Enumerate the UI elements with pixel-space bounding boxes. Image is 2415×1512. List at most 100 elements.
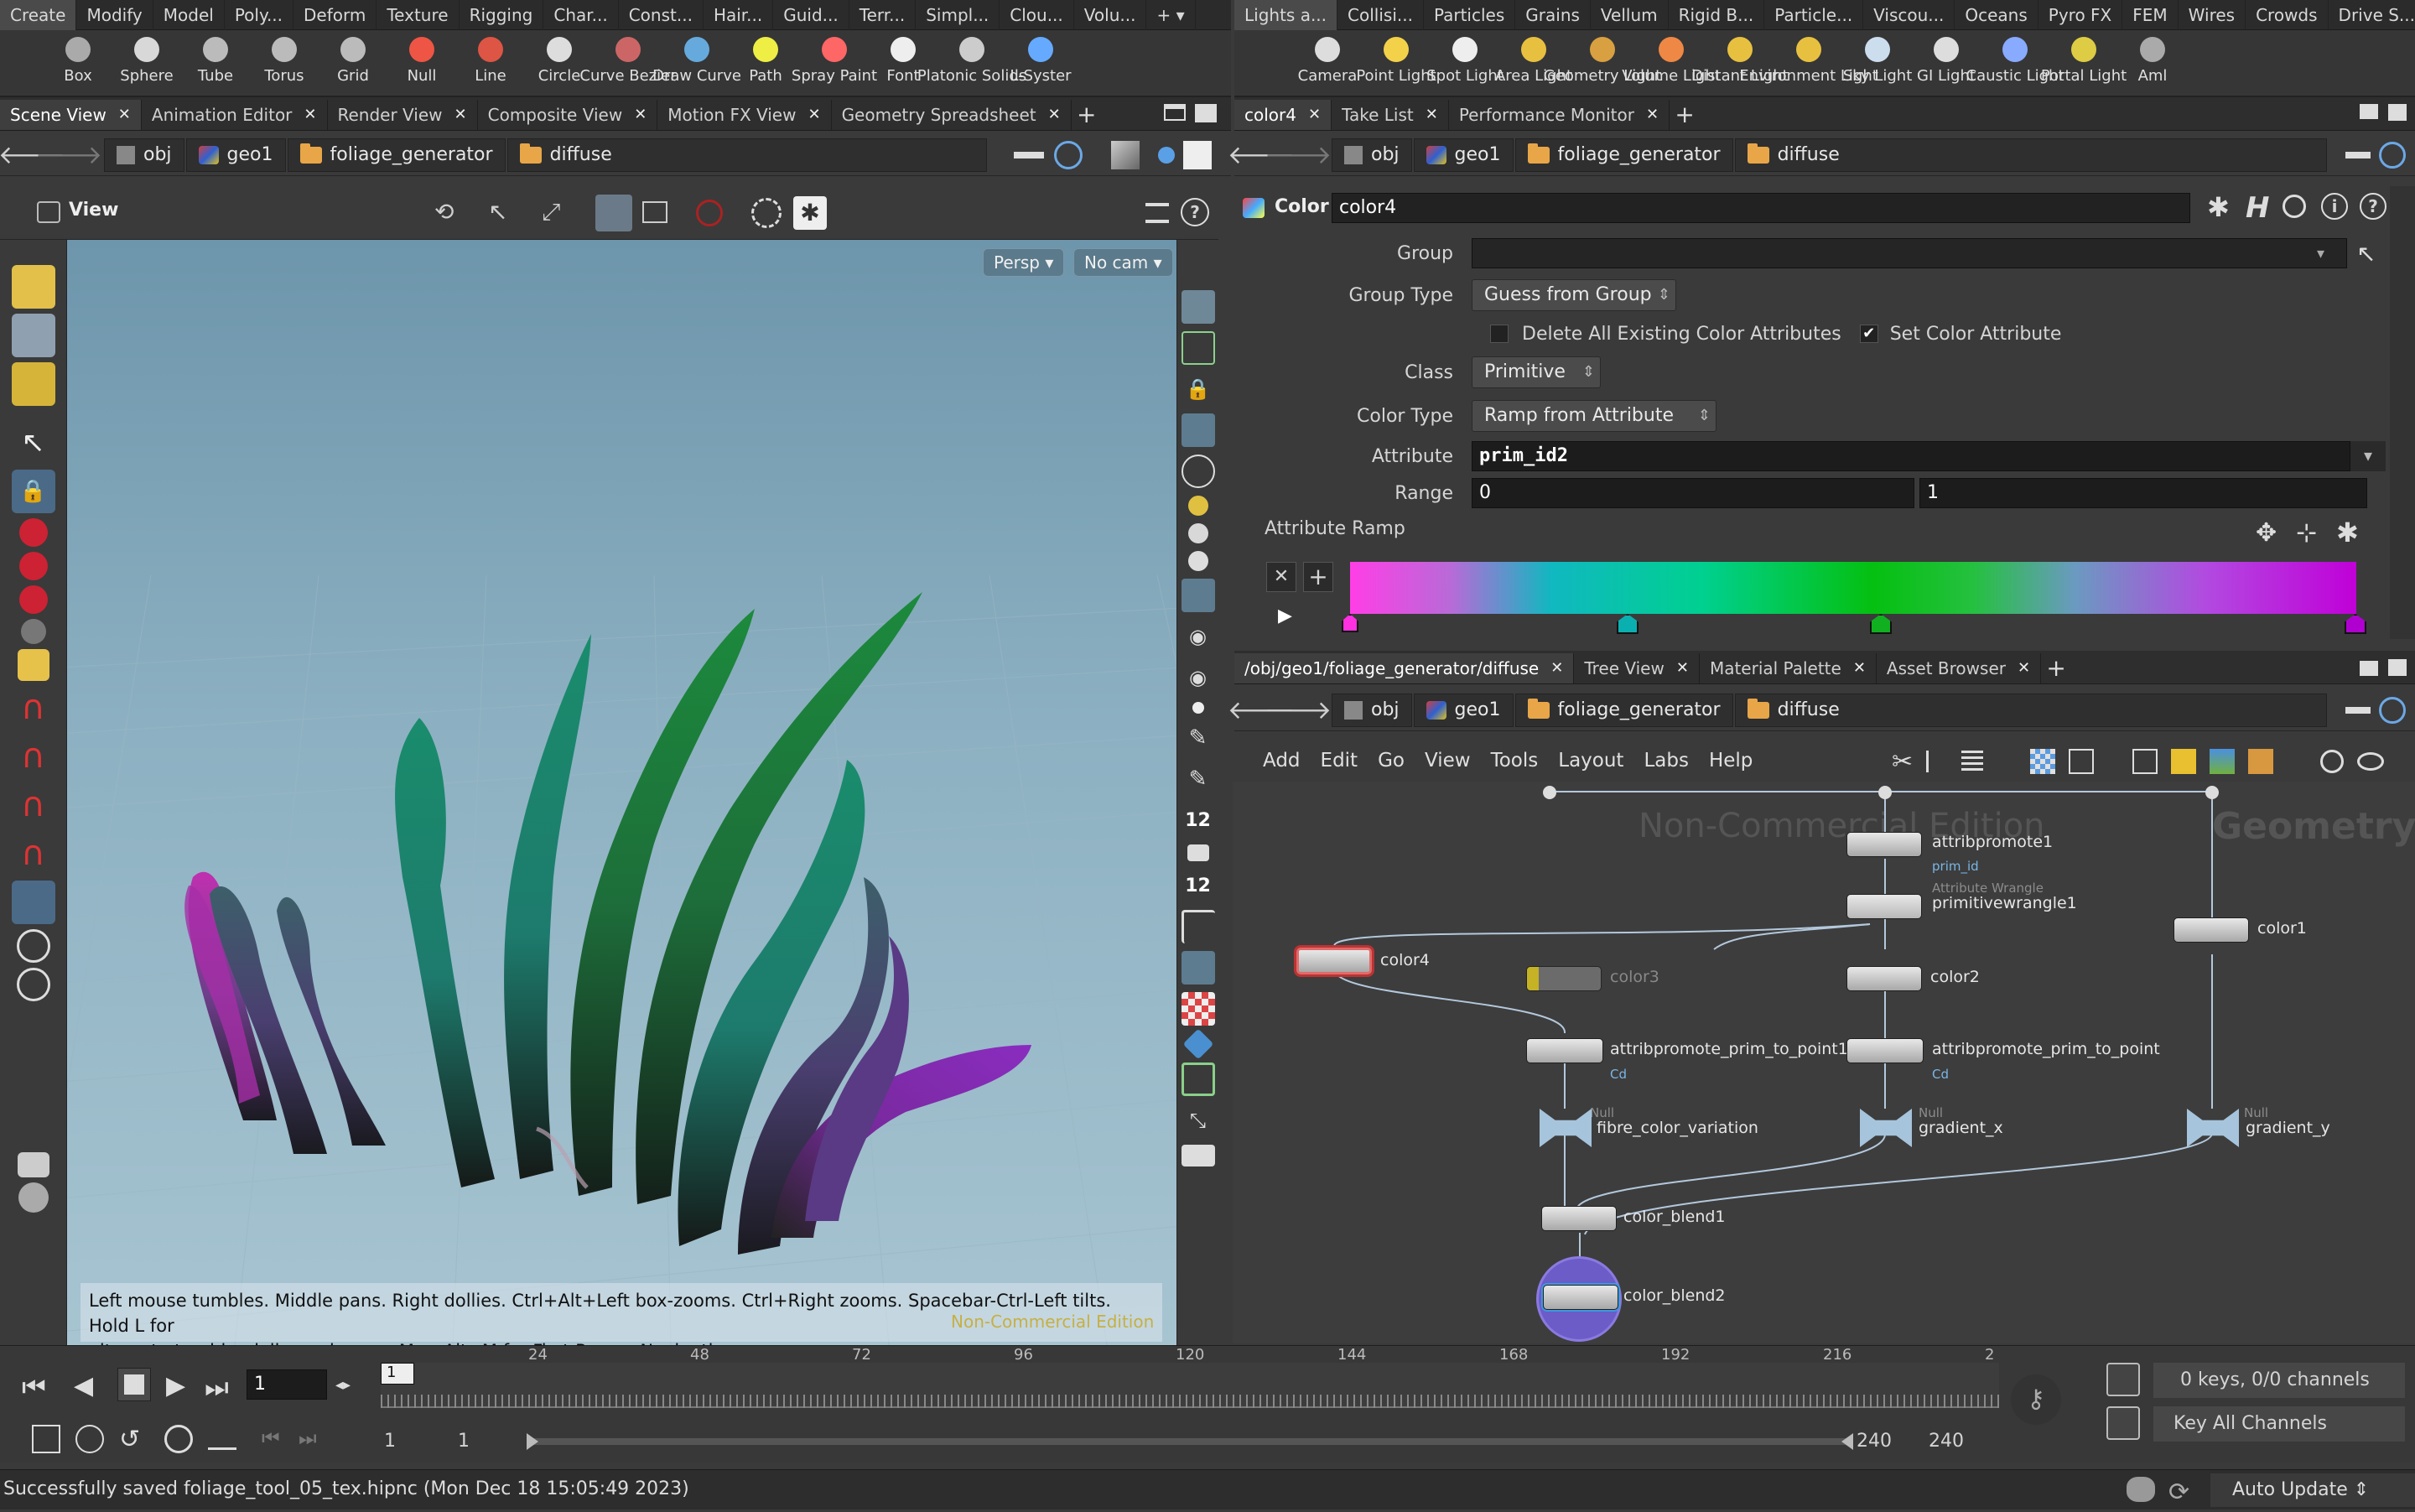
path-geo1[interactable]: geo1 [185,138,286,172]
param-pane-menu-icon[interactable] [2360,104,2378,119]
pane-tab-0[interactable]: /obj/geo1/foliage_generator/diffuse ✕ [1234,653,1575,683]
shelf-tab-2[interactable]: Particles [1424,0,1516,30]
select-prims-icon[interactable] [11,362,55,406]
node-color2[interactable] [1846,966,1922,991]
net-pane-max-icon[interactable] [2388,659,2407,676]
node-color-blend1[interactable] [1541,1206,1617,1231]
camera-overlay-icon[interactable] [595,195,632,231]
path-diffuse[interactable]: diffuse [506,138,987,172]
shelf-tool-2[interactable]: Tube [181,30,250,97]
start-frame-field[interactable]: 1 [384,1426,451,1457]
layout-icon[interactable] [2069,749,2095,774]
cube-view-icon[interactable] [1110,140,1140,169]
select-points-icon[interactable] [11,265,55,309]
pane-tab-1[interactable]: Tree View ✕ [1574,653,1700,683]
display-options-icon[interactable]: ✱ [793,196,827,230]
shelf-tab-1[interactable]: Collisi... [1337,0,1424,30]
link-icon[interactable] [1053,140,1083,169]
shelf-tool-0[interactable]: Camera [1293,30,1362,97]
node-attribpromote-prim-to-point[interactable] [1846,1038,1924,1063]
shelf-tab-8[interactable]: Oceans [1955,0,2038,30]
shelf-tool-8[interactable]: Sky Light [1843,30,1912,97]
close-tab-icon[interactable]: ✕ [1550,653,1563,683]
diamond-icon[interactable] [1182,1028,1213,1060]
ramp-delete-button[interactable]: ✕ [1266,562,1296,592]
shelf-tool-9[interactable]: GI Light [1912,30,1981,97]
current-frame-field[interactable]: 1 [247,1369,327,1400]
graph-icon[interactable] [2106,1406,2140,1440]
group-type-menu[interactable]: Guess from Group [1472,279,1676,311]
network-editor[interactable]: Non-Commercial Edition Geometry attribpr… [1233,782,2415,1343]
ramp-add-key-icon[interactable]: ⊹ [2296,518,2317,548]
number-alt-icon[interactable]: 12 [1182,869,1215,902]
pane-tab-5[interactable]: Geometry Spreadsheet ✕ [832,100,1072,130]
delete-existing-checkbox[interactable] [1490,325,1509,343]
stop-button[interactable] [117,1368,151,1401]
close-tab-icon[interactable]: ✕ [1048,100,1061,130]
play-reverse-button[interactable]: ◀ [74,1371,93,1400]
network-menu-6[interactable]: Labs [1633,750,1699,772]
net-pin-icon[interactable] [2345,706,2371,714]
close-tab-icon[interactable]: ✕ [454,100,467,130]
add-tab-icon[interactable]: + [1670,100,1700,130]
playhead-marker[interactable]: 1 [381,1363,414,1385]
brush-icon[interactable]: ✎ [1182,762,1215,796]
shelf-tool-2[interactable]: Spot Light [1426,30,1504,97]
path-obj[interactable]: obj [104,138,184,172]
group-dropdown-icon[interactable]: ▾ [2317,245,2324,262]
ramp-move-icon[interactable]: ✥ [2256,518,2277,548]
tree-icon[interactable] [1926,751,1948,772]
wire-display-icon[interactable] [1181,1063,1215,1096]
param-path-obj[interactable]: obj [1332,138,1412,172]
shelf-tab-6[interactable]: Rigging [460,0,544,30]
shelf-tab-0[interactable]: Create [0,0,77,30]
shelf-tab-4[interactable]: Deform [293,0,377,30]
class-menu[interactable]: Primitive [1472,356,1601,388]
param-scrollbar[interactable] [2390,186,2415,639]
shelf-tab-10[interactable]: FEM [2122,0,2179,30]
shelf-tab-12[interactable]: Crowds [2246,0,2329,30]
shelf-tab-14[interactable]: Volu... [1074,0,1147,30]
ramp-key-1[interactable] [1617,614,1639,634]
render-icon[interactable] [16,968,50,1001]
attribute-ramp[interactable] [1350,562,2356,614]
network-menu-1[interactable]: Edit [1311,750,1368,772]
param-link-icon[interactable] [2378,141,2406,169]
net-search-icon[interactable] [2320,750,2345,773]
ramp-play-icon[interactable]: ▶ [1278,605,1292,626]
shelf-tool-3[interactable]: Area Light [1495,30,1572,97]
tumble-tool-icon[interactable]: ⟲ [434,198,465,228]
shelf-tool-12[interactable]: Font [869,30,937,97]
display-opts-icon[interactable] [1181,290,1215,324]
shelf-tab-1[interactable]: Modify [76,0,153,30]
net-path-fg[interactable]: foliage_generator [1514,693,1733,727]
link-tool-icon[interactable]: ⤡ [1182,1104,1215,1137]
key-channel-icon[interactable] [2106,1363,2140,1396]
range-min-field[interactable]: 0 [1472,478,1914,508]
shelf-tool-6[interactable]: Line [456,30,525,97]
clock-icon[interactable] [164,1425,193,1453]
shelf-tool-7[interactable]: Environment Light [1739,30,1878,97]
arrow-select-icon[interactable]: ↖ [12,421,55,465]
ramp-add-button[interactable]: + [1303,562,1333,592]
next-key-icon[interactable]: ⏭ [299,1426,317,1450]
shelf-tab-6[interactable]: Particle... [1764,0,1864,30]
shelf-tab-11[interactable]: Terr... [849,0,917,30]
keyframe-tool-icon[interactable]: ⚷ [2011,1374,2061,1425]
jump-end-button[interactable]: ⏭ [205,1371,229,1404]
net-path-diffuse[interactable]: diffuse [1734,693,2327,727]
param-path-fg[interactable]: foliage_generator [1514,138,1733,172]
pane-menu-icon[interactable] [1164,104,1186,121]
shelf-tool-11[interactable]: Portal Light [2041,30,2127,97]
end-frame-field[interactable]: 240 [1857,1426,1915,1457]
shelf-tool-10[interactable]: Path [731,30,800,97]
color-type-menu[interactable]: Ramp from Attribute [1472,400,1716,432]
wire-icon[interactable] [1181,455,1215,488]
camera-menu[interactable]: No cam ▾ [1073,248,1173,277]
pane-tab-3[interactable]: Asset Browser ✕ [1877,653,2042,683]
shading-icon[interactable] [1181,579,1215,612]
shelf-tool-10[interactable]: Caustic Light [1966,30,2064,97]
close-tab-icon[interactable]: ✕ [808,100,820,130]
shelf-tab-13[interactable]: Clou... [1000,0,1074,30]
node-color3[interactable] [1526,966,1602,991]
